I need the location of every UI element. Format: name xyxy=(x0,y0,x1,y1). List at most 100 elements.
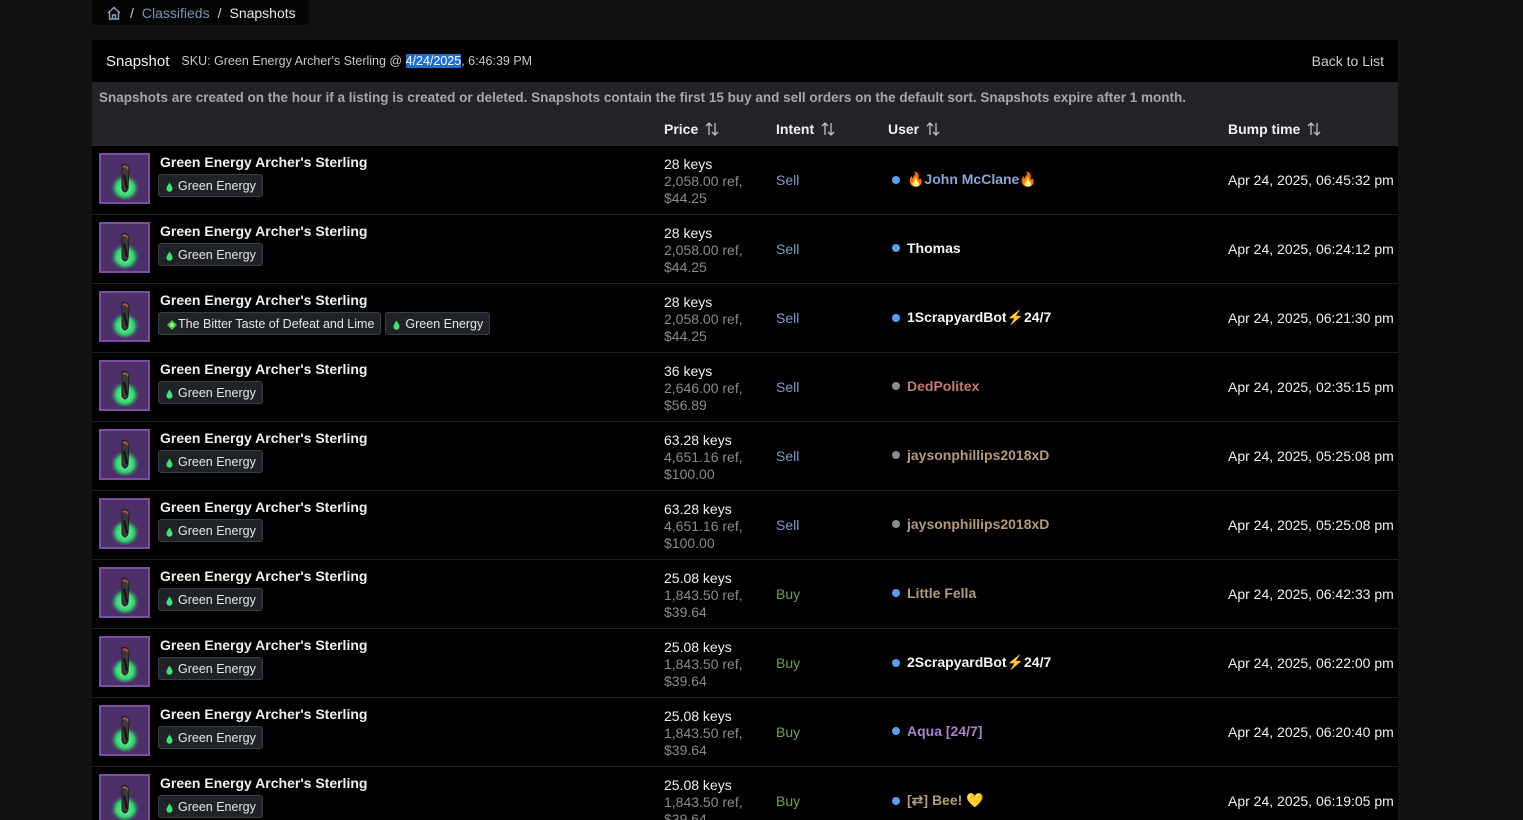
effect-tag: Green Energy xyxy=(385,312,491,335)
price-keys: 28 keys xyxy=(664,294,713,310)
breadcrumb-current: Snapshots xyxy=(229,4,296,21)
back-to-list-link[interactable]: Back to List xyxy=(1312,53,1384,69)
user-name-link[interactable]: jaysonphillips2018xD xyxy=(907,516,1049,532)
table-row[interactable]: Green Energy Archer's Sterling Green Ene… xyxy=(92,560,1398,629)
item-thumbnail[interactable] xyxy=(99,153,150,204)
green-energy-icon xyxy=(166,802,173,813)
user-name-link[interactable]: 🔥John McClane🔥 xyxy=(907,171,1037,188)
user-name-link[interactable]: Little Fella xyxy=(907,585,976,601)
green-energy-icon xyxy=(166,526,173,537)
table-row[interactable]: Green Energy Archer's Sterling Green Ene… xyxy=(92,353,1398,422)
item-thumbnail[interactable] xyxy=(99,705,150,756)
price-keys: 25.08 keys xyxy=(664,639,732,655)
table-row[interactable]: Green Energy Archer's Sterling Green Ene… xyxy=(92,146,1398,215)
item-name[interactable]: Green Energy Archer's Sterling xyxy=(160,223,367,239)
item-tags: The Bitter Taste of Defeat and Lime Green… xyxy=(158,312,491,335)
table-row[interactable]: Green Energy Archer's Sterling Green Ene… xyxy=(92,767,1398,820)
item-name[interactable]: Green Energy Archer's Sterling xyxy=(160,568,367,584)
user-name-link[interactable]: [⇄] Bee! 💛 xyxy=(907,792,984,809)
user-cell[interactable]: jaysonphillips2018xD xyxy=(892,447,1049,463)
column-user[interactable]: User xyxy=(888,121,941,137)
user-cell[interactable]: jaysonphillips2018xD xyxy=(892,516,1049,532)
breadcrumb-classifieds-link[interactable]: Classifieds xyxy=(142,5,210,21)
table-row[interactable]: Green Energy Archer's Sterling Green Ene… xyxy=(92,215,1398,284)
item-name[interactable]: Green Energy Archer's Sterling xyxy=(160,430,367,446)
user-cell[interactable]: 🔥John McClane🔥 xyxy=(892,171,1037,188)
price-ref: 1,843.50 ref, xyxy=(664,725,743,741)
price-ref: 1,843.50 ref, xyxy=(664,587,743,603)
item-name[interactable]: Green Energy Archer's Sterling xyxy=(160,154,367,170)
home-icon[interactable] xyxy=(106,6,122,20)
column-intent[interactable]: Intent xyxy=(776,121,836,137)
column-user-label: User xyxy=(888,121,920,137)
intent-label: Buy xyxy=(776,586,801,602)
item-thumbnail[interactable] xyxy=(99,291,150,342)
lime-paint-icon xyxy=(166,319,177,330)
item-thumbnail[interactable] xyxy=(99,429,150,480)
user-cell[interactable]: [⇄] Bee! 💛 xyxy=(892,792,984,809)
user-name-link[interactable]: DedPolitex xyxy=(907,378,979,394)
item-thumbnail[interactable] xyxy=(99,360,150,411)
sku-time: , 6:46:39 PM xyxy=(461,54,533,68)
status-dot-icon xyxy=(892,313,900,322)
user-name-link[interactable]: Aqua [24/7] xyxy=(907,723,982,739)
sku-prefix: SKU: Green Energy Archer's Sterling @ xyxy=(181,54,406,68)
table-row[interactable]: Green Energy Archer's Sterling Green Ene… xyxy=(92,629,1398,698)
column-price[interactable]: Price xyxy=(664,121,720,137)
status-dot-icon xyxy=(892,244,900,252)
item-name[interactable]: Green Energy Archer's Sterling xyxy=(160,706,367,722)
user-name-link[interactable]: Thomas xyxy=(907,240,961,256)
item-thumbnail[interactable] xyxy=(99,636,150,687)
table-row[interactable]: Green Energy Archer's Sterling The Bitte… xyxy=(92,284,1398,353)
user-name-link[interactable]: 1ScrapyardBot⚡24/7 xyxy=(907,309,1051,326)
bump-time: Apr 24, 2025, 06:45:32 pm xyxy=(1228,172,1394,188)
item-thumbnail[interactable] xyxy=(99,498,150,549)
item-name[interactable]: Green Energy Archer's Sterling xyxy=(160,499,367,515)
effect-tag-label: Green Energy xyxy=(178,178,256,193)
status-dot-icon xyxy=(892,796,900,805)
bump-time: Apr 24, 2025, 06:24:12 pm xyxy=(1228,241,1394,257)
price-ref: 2,058.00 ref, xyxy=(664,173,743,189)
column-intent-label: Intent xyxy=(776,121,815,137)
price-cell: 28 keys 2,058.00 ref, $44.25 xyxy=(664,225,743,276)
item-tags: Green Energy xyxy=(158,657,263,680)
price-cell: 25.08 keys 1,843.50 ref, $39.64 xyxy=(664,639,743,690)
effect-tag-label: Green Energy xyxy=(178,799,256,814)
user-cell[interactable]: 1ScrapyardBot⚡24/7 xyxy=(892,309,1051,326)
item-name[interactable]: Green Energy Archer's Sterling xyxy=(160,292,367,308)
sort-icon[interactable] xyxy=(820,121,836,137)
user-cell[interactable]: Aqua [24/7] xyxy=(892,723,982,739)
column-bump-time[interactable]: Bump time xyxy=(1228,121,1322,137)
page-title: Snapshot xyxy=(106,52,170,70)
user-cell[interactable]: DedPolitex xyxy=(892,378,979,394)
table-row[interactable]: Green Energy Archer's Sterling Green Ene… xyxy=(92,698,1398,767)
user-name-link[interactable]: jaysonphillips2018xD xyxy=(907,447,1049,463)
item-name[interactable]: Green Energy Archer's Sterling xyxy=(160,361,367,377)
item-thumbnail[interactable] xyxy=(99,222,150,273)
user-cell[interactable]: 2ScrapyardBot⚡24/7 xyxy=(892,654,1051,671)
sort-icon[interactable] xyxy=(1306,121,1322,137)
table-row[interactable]: Green Energy Archer's Sterling Green Ene… xyxy=(92,491,1398,560)
effect-tag: Green Energy xyxy=(158,450,263,473)
item-thumbnail[interactable] xyxy=(99,567,150,618)
item-name[interactable]: Green Energy Archer's Sterling xyxy=(160,775,367,791)
sort-icon[interactable] xyxy=(925,121,941,137)
price-ref: 2,058.00 ref, xyxy=(664,311,743,327)
intent-label: Sell xyxy=(776,448,800,464)
item-tags: Green Energy xyxy=(158,174,263,197)
column-price-label: Price xyxy=(664,121,699,137)
user-cell[interactable]: Little Fella xyxy=(892,585,976,601)
green-energy-icon xyxy=(393,319,400,330)
item-thumbnail[interactable] xyxy=(99,774,150,820)
item-tags: Green Energy xyxy=(158,450,263,473)
user-cell[interactable]: Thomas xyxy=(892,240,961,256)
green-energy-icon xyxy=(166,664,173,675)
table-row[interactable]: Green Energy Archer's Sterling Green Ene… xyxy=(92,422,1398,491)
effect-tag: Green Energy xyxy=(158,243,263,266)
table-header: Price Intent User Bump time xyxy=(92,113,1398,146)
user-name-link[interactable]: 2ScrapyardBot⚡24/7 xyxy=(907,654,1051,671)
effect-tag: Green Energy xyxy=(158,519,263,542)
item-name[interactable]: Green Energy Archer's Sterling xyxy=(160,637,367,653)
price-usd: $44.25 xyxy=(664,259,707,275)
sort-icon[interactable] xyxy=(704,121,720,137)
